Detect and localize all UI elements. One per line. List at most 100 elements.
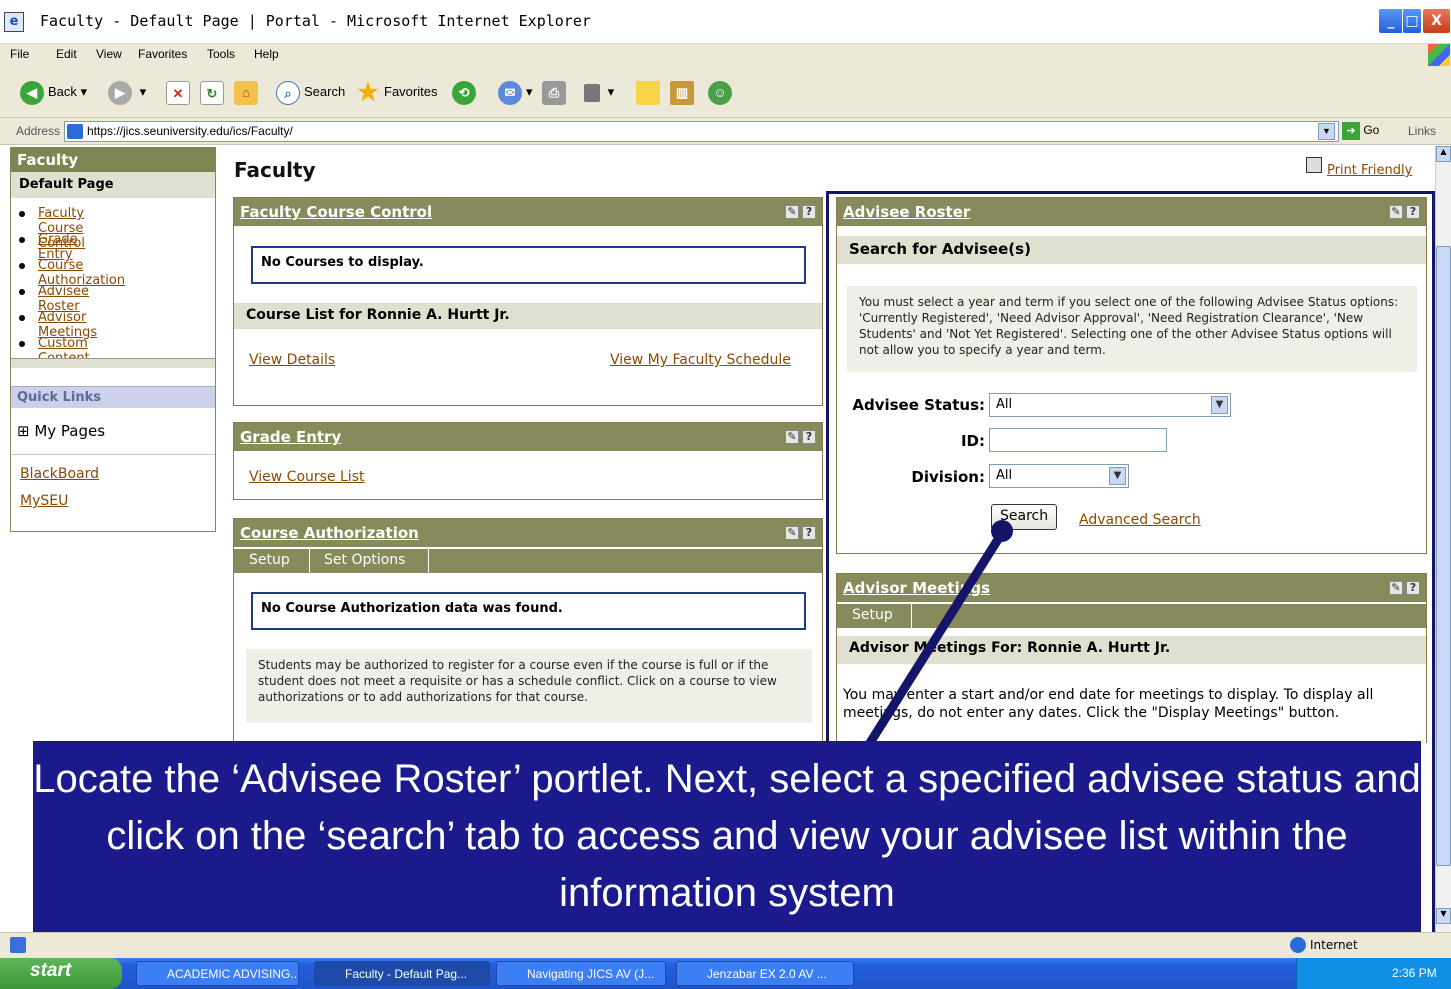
scroll-thumb[interactable] xyxy=(1436,246,1451,866)
taskbar-item[interactable]: ACADEMIC ADVISING... xyxy=(136,961,299,986)
links-label[interactable]: Links xyxy=(1408,124,1436,138)
quick-link-myseu[interactable]: MySEU xyxy=(20,493,68,509)
portlet-tabs: Setup Set Options xyxy=(234,549,822,573)
menu-edit[interactable]: Edit xyxy=(56,47,77,61)
edit-icon[interactable]: ✎ xyxy=(785,205,799,219)
ie-status-icon xyxy=(10,937,26,953)
search-button[interactable]: ⌕ Search xyxy=(276,79,345,105)
quick-link-blackboard[interactable]: BlackBoard xyxy=(20,466,99,482)
grade-entry-portlet: Grade Entry ✎? View Course List xyxy=(233,422,823,500)
go-arrow-icon: ➔ xyxy=(1342,122,1360,140)
view-details-link[interactable]: View Details xyxy=(249,352,335,368)
taskbar-item[interactable]: Faculty - Default Pag... xyxy=(314,961,490,986)
menu-help[interactable]: Help xyxy=(254,47,279,61)
scroll-down-button[interactable]: ▼ xyxy=(1436,908,1451,924)
mail-icon: ✉ xyxy=(498,80,522,105)
research-button[interactable]: ▥ xyxy=(670,79,698,105)
notes-button[interactable] xyxy=(636,79,664,105)
portlet-title[interactable]: Faculty Course Control xyxy=(240,203,432,221)
edit-icon[interactable]: ✎ xyxy=(785,526,799,540)
portlet-tools: ✎? xyxy=(782,205,816,219)
portlet-tools: ✎? xyxy=(782,430,816,444)
scroll-up-button[interactable]: ▲ xyxy=(1436,146,1451,162)
portlet-header: Grade Entry ✎? xyxy=(234,423,822,451)
refresh-button[interactable]: ↻ xyxy=(200,79,228,105)
help-icon[interactable]: ? xyxy=(802,205,816,219)
nav-header: Faculty xyxy=(11,148,215,172)
history-button[interactable]: ⟲ xyxy=(452,79,480,105)
status-bar: Internet xyxy=(0,932,1451,958)
address-input[interactable]: https://jics.seuniversity.edu/ics/Facult… xyxy=(64,121,1339,142)
address-label: Address xyxy=(16,124,61,138)
window-titlebar: e Faculty - Default Page | Portal - Micr… xyxy=(0,0,1451,44)
page-title: Faculty xyxy=(234,158,316,182)
stop-button[interactable]: ✕ xyxy=(166,79,194,105)
taskbar-item[interactable]: Jenzabar EX 2.0 AV ... xyxy=(676,961,854,986)
faculty-course-control-portlet: Faculty Course Control ✎? No Courses to … xyxy=(233,197,823,406)
portlet-header: Course Authorization ✎? xyxy=(234,519,822,547)
left-navigation: Faculty Default Page Faculty Course Cont… xyxy=(10,147,216,532)
tab-divider xyxy=(309,549,310,573)
ie-icon: e xyxy=(4,12,24,32)
menu-view[interactable]: View xyxy=(96,47,122,61)
history-icon: ⟲ xyxy=(452,80,476,105)
taskbar: start ACADEMIC ADVISING... Faculty - Def… xyxy=(0,958,1451,989)
address-dropdown-icon[interactable]: ▼ xyxy=(1318,123,1335,140)
course-authorization-portlet: Course Authorization ✎? Setup Set Option… xyxy=(233,518,823,748)
messenger-button[interactable]: ☺ xyxy=(708,79,736,105)
tab-setup[interactable]: Setup xyxy=(249,552,290,568)
menu-bar: File Edit View Favorites Tools Help xyxy=(0,44,1451,66)
nav-divider xyxy=(11,454,215,455)
windows-logo-icon xyxy=(1428,44,1450,66)
minimize-button[interactable]: _ xyxy=(1378,8,1404,34)
help-icon[interactable]: ? xyxy=(802,430,816,444)
help-icon[interactable]: ? xyxy=(802,526,816,540)
refresh-icon: ↻ xyxy=(200,80,224,105)
maximize-button[interactable]: □ xyxy=(1402,8,1422,34)
print-icon xyxy=(1306,157,1322,173)
my-pages-toggle[interactable]: ⊞ My Pages xyxy=(17,422,105,440)
edit-icon[interactable]: ✎ xyxy=(785,430,799,444)
security-zone: Internet xyxy=(1310,938,1358,952)
portlet-header: Faculty Course Control ✎? xyxy=(234,198,822,226)
portlet-title[interactable]: Course Authorization xyxy=(240,524,419,542)
portlet-title[interactable]: Grade Entry xyxy=(240,428,341,446)
menu-tools[interactable]: Tools xyxy=(207,47,235,61)
search-icon: ⌕ xyxy=(276,80,300,105)
close-button[interactable]: X xyxy=(1422,8,1451,34)
back-button[interactable]: ◀ Back ▾ xyxy=(20,79,87,105)
favorites-button[interactable]: ★ Favorites xyxy=(356,79,437,105)
view-faculty-schedule-link[interactable]: View My Faculty Schedule xyxy=(610,352,791,368)
note-icon xyxy=(636,80,660,105)
menu-file[interactable]: File xyxy=(10,47,29,61)
page-icon xyxy=(67,124,83,139)
system-tray: 2:36 PM xyxy=(1296,958,1451,989)
star-icon: ★ xyxy=(357,78,379,106)
zone-globe-icon xyxy=(1290,937,1306,953)
print-button[interactable]: ⎙ xyxy=(542,79,570,105)
home-button[interactable]: ⌂ xyxy=(234,79,262,105)
window-title: Faculty - Default Page | Portal - Micros… xyxy=(40,12,591,30)
edit-button[interactable]: ▾ xyxy=(584,79,614,105)
start-button[interactable]: start xyxy=(0,958,122,989)
forward-button[interactable]: ▶ ▾ xyxy=(108,79,146,105)
messenger-icon: ☺ xyxy=(708,80,732,105)
menu-favorites[interactable]: Favorites xyxy=(138,47,187,61)
taskbar-item[interactable]: Navigating JICS AV (J... xyxy=(496,961,666,986)
clock: 2:36 PM xyxy=(1392,966,1437,980)
research-icon: ▥ xyxy=(670,80,694,105)
go-button[interactable]: ➔ Go xyxy=(1342,122,1379,140)
document-icon xyxy=(584,83,600,102)
instruction-callout: Locate the ‘Advisee Roster’ portlet. Nex… xyxy=(33,741,1421,932)
view-course-list-link[interactable]: View Course List xyxy=(249,469,364,485)
no-authorization-message: No Course Authorization data was found. xyxy=(251,592,806,630)
print-friendly-link[interactable]: Print Friendly xyxy=(1327,163,1412,178)
vertical-scrollbar[interactable]: ▲ ▼ xyxy=(1435,146,1451,932)
address-bar: Address https://jics.seuniversity.edu/ic… xyxy=(0,118,1451,145)
stop-icon: ✕ xyxy=(166,80,190,105)
no-courses-message: No Courses to display. xyxy=(251,246,806,284)
course-list-heading: Course List for Ronnie A. Hurtt Jr. xyxy=(234,303,822,329)
mail-button[interactable]: ✉ ▾ xyxy=(498,79,533,105)
tab-set-options[interactable]: Set Options xyxy=(324,552,405,568)
portlet-tools: ✎? xyxy=(782,526,816,540)
